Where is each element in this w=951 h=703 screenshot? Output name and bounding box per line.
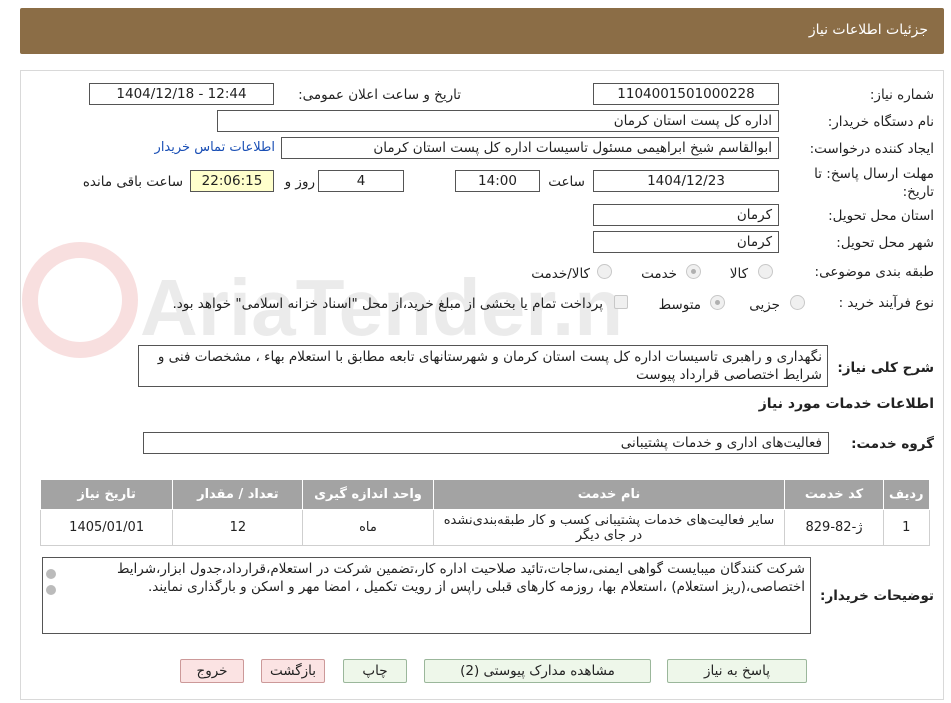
col-row-header: ردیف xyxy=(882,479,931,510)
announce-field: 1404/12/18 - 12:44 xyxy=(89,83,274,105)
cell-date: 1405/01/01 xyxy=(39,509,174,546)
city-label: شهر محل تحویل: xyxy=(836,235,934,251)
process-minor-radio[interactable] xyxy=(790,295,805,310)
services-section-title: اطلاعات خدمات مورد نیاز xyxy=(758,396,934,412)
buyer-org-label: نام دستگاه خریدار: xyxy=(827,114,934,130)
days-label: روز و xyxy=(284,174,315,190)
deadline-time-field: 14:00 xyxy=(455,170,540,192)
notes-scrollbar[interactable] xyxy=(43,561,59,633)
cell-unit: ماه xyxy=(302,509,434,546)
deadline-date-field: 1404/12/23 xyxy=(593,170,779,192)
page-header: جزئیات اطلاعات نیاز xyxy=(20,8,944,54)
buyer-notes-label: توضیحات خریدار: xyxy=(820,588,934,604)
province-field: کرمان xyxy=(593,204,779,226)
exit-button[interactable]: خروج xyxy=(180,659,244,683)
remaining-label: ساعت باقی مانده xyxy=(82,174,183,190)
cell-row: 1 xyxy=(882,509,931,546)
remaining-time-field: 22:06:15 xyxy=(190,170,274,192)
process-label: نوع فرآیند خرید : xyxy=(838,295,934,311)
service-group-field: فعالیت‌های اداری و خدمات پشتیبانی xyxy=(143,432,829,454)
process-medium-radio[interactable] xyxy=(710,295,725,310)
treasury-payment-note: پرداخت تمام یا بخشی از مبلغ خرید،از محل … xyxy=(172,296,603,312)
category-goods-radio[interactable] xyxy=(758,264,773,279)
back-button[interactable]: بازگشت xyxy=(261,659,325,683)
col-qty-header: تعداد / مقدار xyxy=(172,479,304,510)
need-number-label: شماره نیاز: xyxy=(869,87,934,103)
table-row: 1 ژ-82-829 سایر فعالیت‌های خدمات پشتیبان… xyxy=(39,509,931,546)
creator-label: ایجاد کننده درخواست: xyxy=(809,141,934,157)
announce-label: تاریخ و ساعت اعلان عمومی: xyxy=(298,87,461,103)
treasury-payment-checkbox[interactable] xyxy=(614,295,628,309)
col-date-header: تاریخ نیاز xyxy=(39,479,174,510)
category-service-label: خدمت xyxy=(641,266,677,282)
cell-qty: 12 xyxy=(172,509,304,546)
city-field: کرمان xyxy=(593,231,779,253)
creator-field: ابوالقاسم شیخ ابراهیمی مسئول تاسیسات ادا… xyxy=(281,137,779,159)
buyer-notes-textarea[interactable]: شرکت کنندگان میبایست گواهی ایمنی،ساجات،ت… xyxy=(42,557,811,634)
services-table: ردیف کد خدمت نام خدمت واحد اندازه گیری ت… xyxy=(39,479,931,546)
view-attachments-button[interactable]: مشاهده مدارک پیوستی (2) xyxy=(424,659,651,683)
category-goods-label: کالا xyxy=(729,266,748,282)
category-both-label: کالا/خدمت xyxy=(531,266,590,282)
deadline-label: مهلت ارسال پاسخ: تا xyxy=(814,166,934,182)
service-group-label: گروه خدمت: xyxy=(851,436,934,452)
category-both-radio[interactable] xyxy=(597,264,612,279)
category-label: طبقه بندی موضوعی: xyxy=(814,264,934,280)
description-label: شرح کلی نیاز: xyxy=(837,360,934,376)
category-service-radio[interactable] xyxy=(686,264,701,279)
scroll-down-dot xyxy=(46,585,56,595)
deadline-label-date: تاریخ: xyxy=(902,184,934,200)
process-medium-label: متوسط xyxy=(658,297,701,313)
cell-code: ژ-82-829 xyxy=(784,509,884,546)
days-field: 4 xyxy=(318,170,404,192)
province-label: استان محل تحویل: xyxy=(828,208,934,224)
scroll-up-dot xyxy=(46,569,56,579)
cell-name: سایر فعالیت‌های خدمات پشتیبانی کسب و کار… xyxy=(432,509,786,546)
reply-button[interactable]: پاسخ به نیاز xyxy=(667,659,807,683)
col-unit-header: واحد اندازه گیری xyxy=(302,479,434,510)
process-minor-label: جزیی xyxy=(749,297,780,313)
buyer-contact-link[interactable]: اطلاعات تماس خریدار xyxy=(155,140,275,155)
buyer-org-field: اداره کل پست استان کرمان xyxy=(217,110,779,132)
print-button[interactable]: چاپ xyxy=(343,659,407,683)
col-code-header: کد خدمت xyxy=(784,479,884,510)
description-textarea[interactable]: نگهداری و راهبری تاسیسات اداره کل پست اس… xyxy=(138,345,828,387)
col-name-header: نام خدمت xyxy=(432,479,786,510)
need-number-field: 1104001501000228 xyxy=(593,83,779,105)
deadline-time-label: ساعت xyxy=(548,174,585,190)
page-title: جزئیات اطلاعات نیاز xyxy=(808,22,928,38)
table-header-row: ردیف کد خدمت نام خدمت واحد اندازه گیری ت… xyxy=(39,479,931,510)
